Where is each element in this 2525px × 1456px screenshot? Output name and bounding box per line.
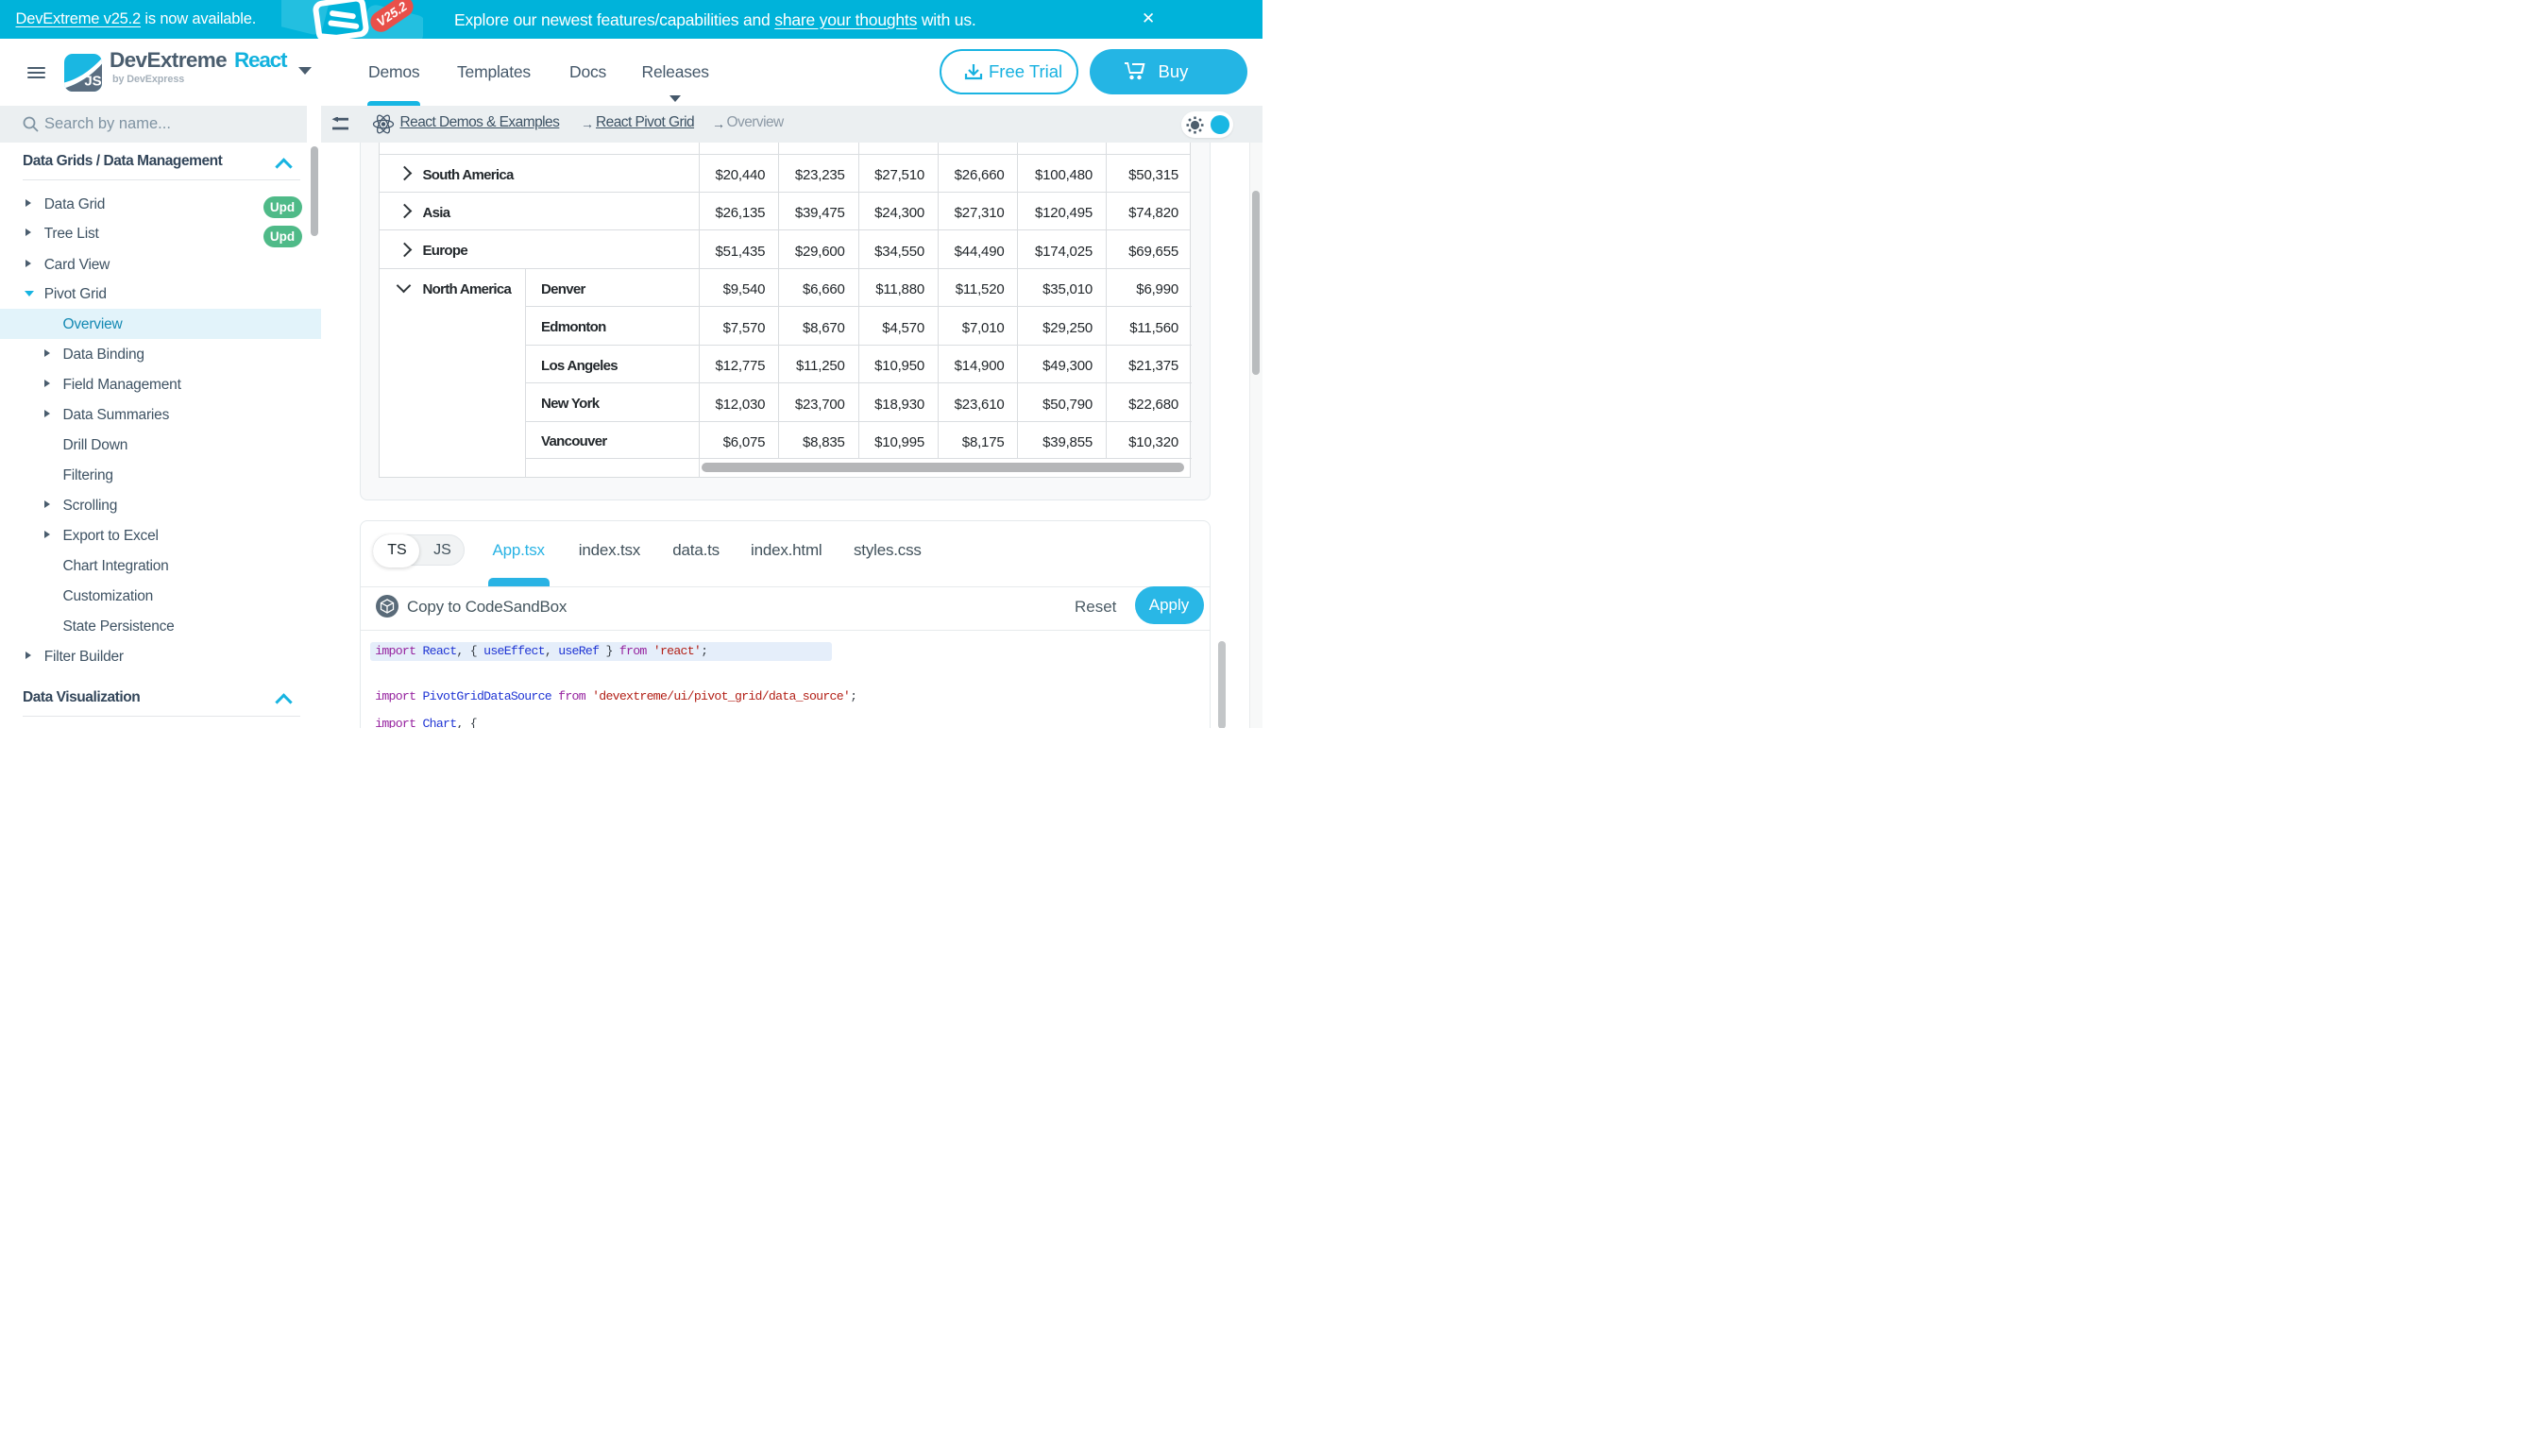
svg-text:JS: JS [84,74,101,90]
